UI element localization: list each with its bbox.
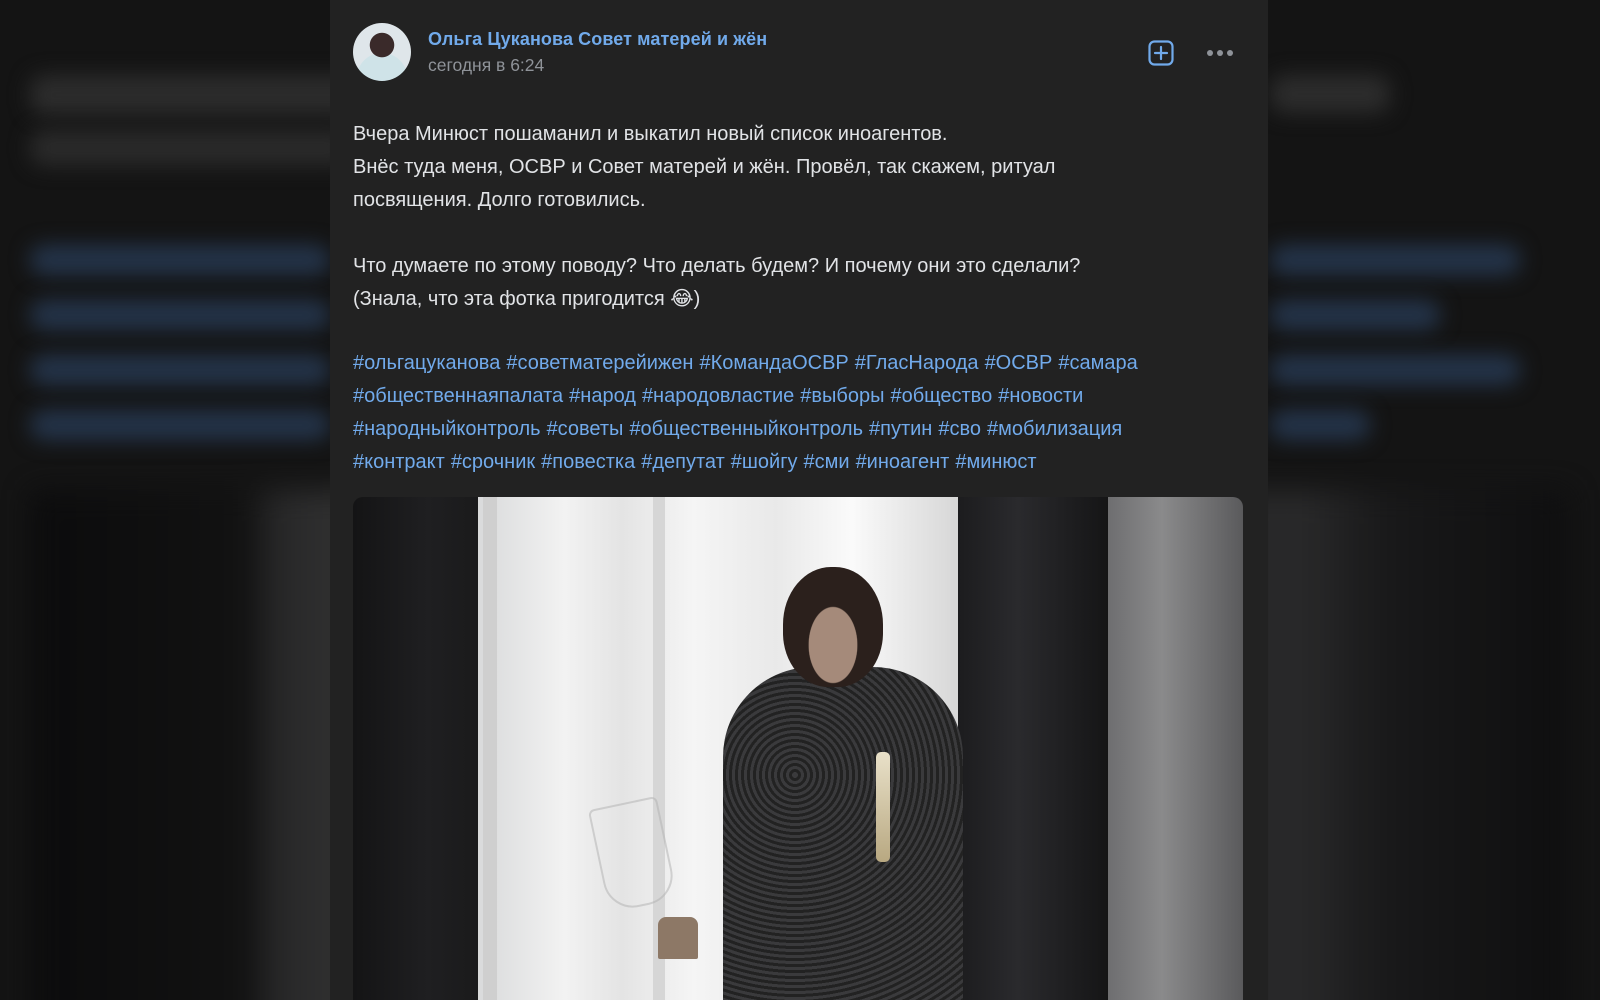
hashtag-link[interactable]: #иноагент xyxy=(856,451,950,473)
post-card: Ольга Цуканова Совет матерей и жён сегод… xyxy=(330,0,1268,1000)
hashtag-link[interactable]: #сво xyxy=(938,418,981,440)
hashtag-link[interactable]: #сми xyxy=(804,451,850,473)
hashtag-link[interactable]: #КомандаОСВР xyxy=(699,352,848,374)
post-text-line: Что думаете по этому поводу? Что делать … xyxy=(353,255,1081,277)
hashtag-link[interactable]: #выборы xyxy=(800,385,884,407)
more-options-button[interactable] xyxy=(1205,43,1235,63)
hashtag-link[interactable]: #народныйконтроль xyxy=(353,418,541,440)
hashtag-link[interactable]: #общество xyxy=(890,385,992,407)
add-to-bookmarks-button[interactable] xyxy=(1147,39,1175,67)
hashtag-link[interactable]: #депутат xyxy=(641,451,725,473)
hashtag-link[interactable]: #минюст xyxy=(955,451,1036,473)
hashtag-list: #ольгацуканова #советматерейижен #КомандаО… xyxy=(353,347,1243,479)
hashtag-link[interactable]: #ОСВР xyxy=(985,352,1053,374)
post-header: Ольга Цуканова Совет матерей и жён сегод… xyxy=(353,23,1245,83)
window-frame xyxy=(483,497,497,1000)
hashtag-link[interactable]: #народовластие xyxy=(642,385,794,407)
hashtag-link[interactable]: #срочник xyxy=(451,451,535,473)
hashtag-link[interactable]: #советматерейижен xyxy=(506,352,693,374)
hashtag-link[interactable]: #народ xyxy=(569,385,636,407)
hashtag-link[interactable]: #шойгу xyxy=(731,451,798,473)
hashtag-link[interactable]: #повестка xyxy=(541,451,635,473)
hashtag-link[interactable]: #мобилизация xyxy=(987,418,1122,440)
hashtag-link[interactable]: #советы xyxy=(547,418,624,440)
hashtag-link[interactable]: #ГласНарода xyxy=(855,352,979,374)
post-text-line xyxy=(353,217,1243,250)
more-horizontal-icon xyxy=(1207,50,1233,56)
candle xyxy=(658,917,698,959)
person-head xyxy=(783,567,883,687)
hashtag-link[interactable]: #ольгацуканова xyxy=(353,352,500,374)
post-text-line: Внёс туда меня, ОСВР и Совет матерей и ж… xyxy=(353,156,1056,178)
avatar[interactable] xyxy=(353,23,411,81)
hashtag-link[interactable]: #контракт xyxy=(353,451,445,473)
post-text-line: (Знала, что эта фотка пригодится 😂) xyxy=(353,288,701,310)
hashtag-link[interactable]: #новости xyxy=(998,385,1083,407)
post-time[interactable]: сегодня в 6:24 xyxy=(428,55,544,76)
plus-square-icon xyxy=(1148,40,1174,66)
curtain-right xyxy=(958,497,1108,1000)
hashtag-link[interactable]: #общественныйконтроль xyxy=(629,418,863,440)
hashtag-link[interactable]: #самара xyxy=(1058,352,1137,374)
post-text-line: Вчера Минюст пошаманил и выкатил новый с… xyxy=(353,123,948,145)
author-name[interactable]: Ольга Цуканова Совет матерей и жён xyxy=(428,29,767,50)
person-figure xyxy=(723,667,963,1000)
post-photo[interactable] xyxy=(353,497,1243,1000)
post-text-line: посвящения. Долго готовились. xyxy=(353,189,646,211)
post-text: Вчера Минюст пошаманил и выкатил новый с… xyxy=(353,118,1243,316)
wall xyxy=(1108,497,1243,1000)
bottle xyxy=(876,752,890,862)
curtain-left xyxy=(353,497,478,1000)
hashtag-link[interactable]: #путин xyxy=(869,418,932,440)
hashtag-link[interactable]: #общественнаяпалата xyxy=(353,385,563,407)
